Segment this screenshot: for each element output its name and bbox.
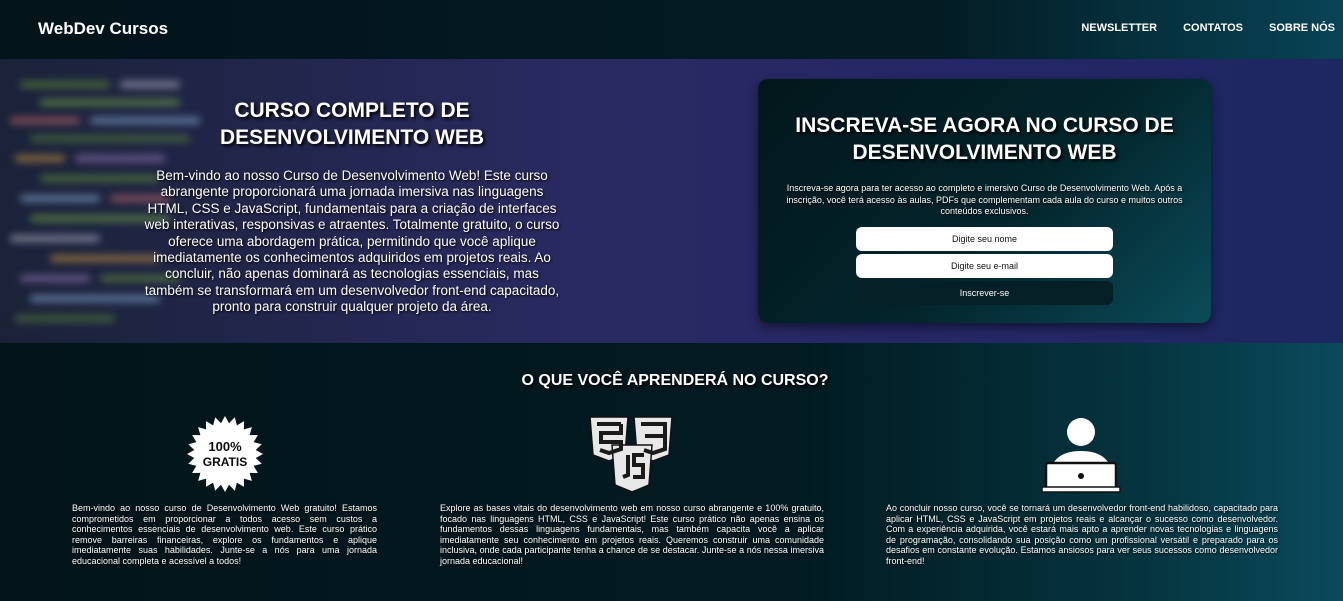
html-css-js-icon <box>589 416 673 493</box>
signup-card: INSCREVA-SE AGORA NO CURSO DE DESENVOLVI… <box>758 79 1211 323</box>
main-nav: NEWSLETTER CONTATOS SOBRE NÓS <box>1055 22 1335 34</box>
email-input[interactable] <box>856 253 1113 278</box>
name-input[interactable] <box>856 226 1113 251</box>
feature-text-career: Ao concluir nosso curso, você se tornará… <box>886 503 1278 566</box>
badge-line-1: 100% <box>208 439 242 454</box>
nav-link-contatos[interactable]: CONTATOS <box>1183 22 1243 34</box>
hero-intro: CURSO COMPLETO DE DESENVOLVIMENTO WEB Be… <box>140 97 564 316</box>
subscribe-button[interactable]: Inscrever-se <box>856 280 1113 305</box>
hero-title: CURSO COMPLETO DE DESENVOLVIMENTO WEB <box>219 99 485 149</box>
hero-description: Bem-vindo ao nosso Curso de Desenvolvime… <box>144 168 560 315</box>
nav-link-newsletter[interactable]: NEWSLETTER <box>1081 22 1157 34</box>
features-title: O QUE VOCÊ APRENDERÁ NO CURSO? <box>521 372 829 389</box>
developer-laptop-icon <box>1041 418 1121 493</box>
brand-logo[interactable]: WebDev Cursos <box>38 19 168 39</box>
nav-link-sobre-nos[interactable]: SOBRE NÓS <box>1269 22 1335 34</box>
hero-section: CURSO COMPLETO DE DESENVOLVIMENTO WEB Be… <box>0 59 1343 343</box>
features-section: O QUE VOCÊ APRENDERÁ NO CURSO? 100% GRAT… <box>0 343 1343 601</box>
free-badge-icon: 100% GRATIS <box>187 416 263 492</box>
signup-description: Inscreva-se agora para ter acesso ao com… <box>786 183 1183 216</box>
top-navbar: WebDev Cursos NEWSLETTER CONTATOS SOBRE … <box>0 0 1343 59</box>
signup-title: INSCREVA-SE AGORA NO CURSO DE DESENVOLVI… <box>795 114 1174 164</box>
feature-text-languages: Explore as bases vitais do desenvolvimen… <box>440 503 824 566</box>
badge-line-2: GRATIS <box>203 455 247 469</box>
feature-text-free: Bem-vindo ao nosso curso de Desenvolvime… <box>72 503 377 566</box>
